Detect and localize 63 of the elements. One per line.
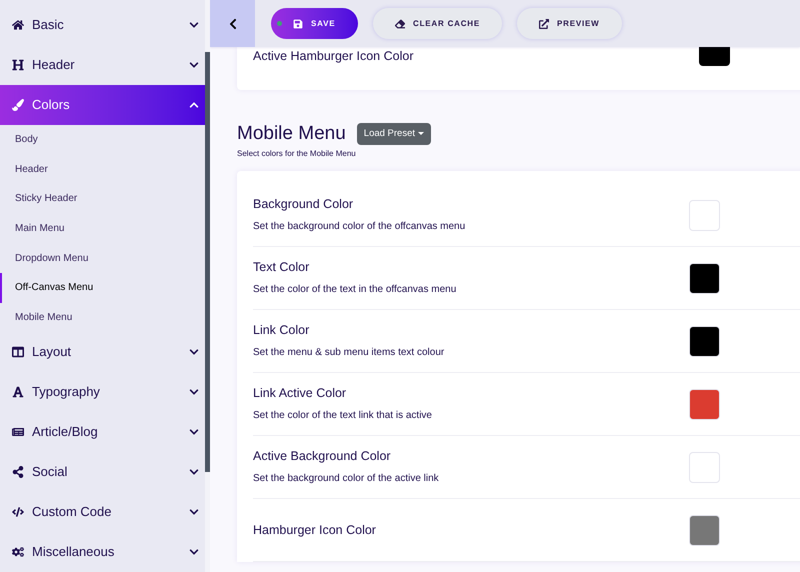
sidebar-item[interactable]: Typography: [0, 372, 205, 412]
letter-icon: [12, 386, 24, 398]
section-subtitle: Select colors for the Mobile Menu: [237, 149, 357, 159]
columns-icon: [12, 346, 24, 358]
chevron-icon: [189, 507, 199, 518]
setting-label: Background Color: [253, 197, 354, 211]
color-swatch[interactable]: [689, 388, 720, 420]
color-swatch[interactable]: [689, 200, 720, 230]
setting-description: Set the menu & sub menu items text colour: [253, 347, 446, 359]
load-preset-button[interactable]: Load Preset: [356, 123, 432, 145]
setting-label: Text Color: [253, 260, 310, 274]
setting-description: Set the color of the text link that is active: [253, 410, 433, 422]
sidebar-item[interactable]: Custom Code: [0, 492, 205, 532]
setting-description: Set the background color of the offcanvas menu: [253, 221, 466, 233]
chevron-icon: [189, 60, 199, 70]
sidebar-item[interactable]: Social: [0, 452, 205, 492]
setting-label: Link Active Color: [253, 386, 348, 400]
setting-label: Hamburger Icon Color: [253, 523, 377, 537]
color-swatch[interactable]: [689, 326, 720, 356]
sidebar-item[interactable]: Header: [0, 45, 205, 85]
setting-description: Set the background color of the active link: [253, 473, 440, 485]
submenu-item[interactable]: Dropdown Menu: [0, 243, 205, 273]
toolbar-button[interactable]: CLEAR CACHE: [373, 8, 502, 39]
setting-description: Set the color of the text in the offcanvas menu: [253, 284, 458, 296]
submenu-item[interactable]: Main Menu: [0, 214, 205, 244]
submenu-item[interactable]: Sticky Header: [0, 184, 205, 214]
eraser-icon: [395, 18, 405, 28]
toolbar-button[interactable]: PREVIEW: [517, 8, 622, 39]
chevron-icon: [189, 427, 199, 438]
scrollbar[interactable]: [205, 52, 210, 472]
submenu-item[interactable]: Mobile Menu: [0, 302, 205, 332]
caret-icon: [418, 132, 424, 136]
brush-icon: [12, 99, 24, 111]
home-icon: [12, 19, 24, 31]
chevron-icon: [189, 347, 199, 358]
color-swatch[interactable]: [689, 262, 720, 294]
sidebar-item[interactable]: Miscellaneous: [0, 532, 205, 572]
sidebar-item[interactable]: Layout: [0, 332, 205, 372]
share-icon: [12, 466, 24, 478]
sidebar-item[interactable]: Basic: [0, 5, 205, 45]
newspaper-icon: [12, 426, 24, 438]
sidebar-item[interactable]: Colors: [0, 85, 205, 125]
chevron-icon: [189, 547, 199, 558]
chevron-icon: [189, 100, 199, 110]
external-link-icon: [539, 18, 550, 28]
chevron-icon: [189, 467, 199, 478]
code-icon: [12, 506, 24, 518]
setting-label: Active Background Color: [253, 449, 392, 463]
setting-label: Link Color: [253, 323, 310, 337]
sidebar-item[interactable]: Article/Blog: [0, 412, 205, 452]
submenu-item[interactable]: Header: [0, 154, 205, 184]
submenu-item[interactable]: Body: [0, 125, 205, 155]
back-button[interactable]: [210, 0, 255, 47]
setting-label: Active Hamburger Icon Color: [253, 49, 414, 63]
color-swatch[interactable]: [689, 514, 720, 546]
chevron-icon: [189, 20, 199, 30]
color-swatch[interactable]: [699, 47, 730, 66]
chevron-icon: [189, 387, 199, 398]
color-swatch[interactable]: [689, 452, 720, 482]
gears-icon: [12, 546, 24, 558]
heading-icon: [12, 59, 24, 71]
section-title: Mobile Menu: [237, 122, 346, 146]
save-button[interactable]: SAVE: [271, 8, 358, 39]
